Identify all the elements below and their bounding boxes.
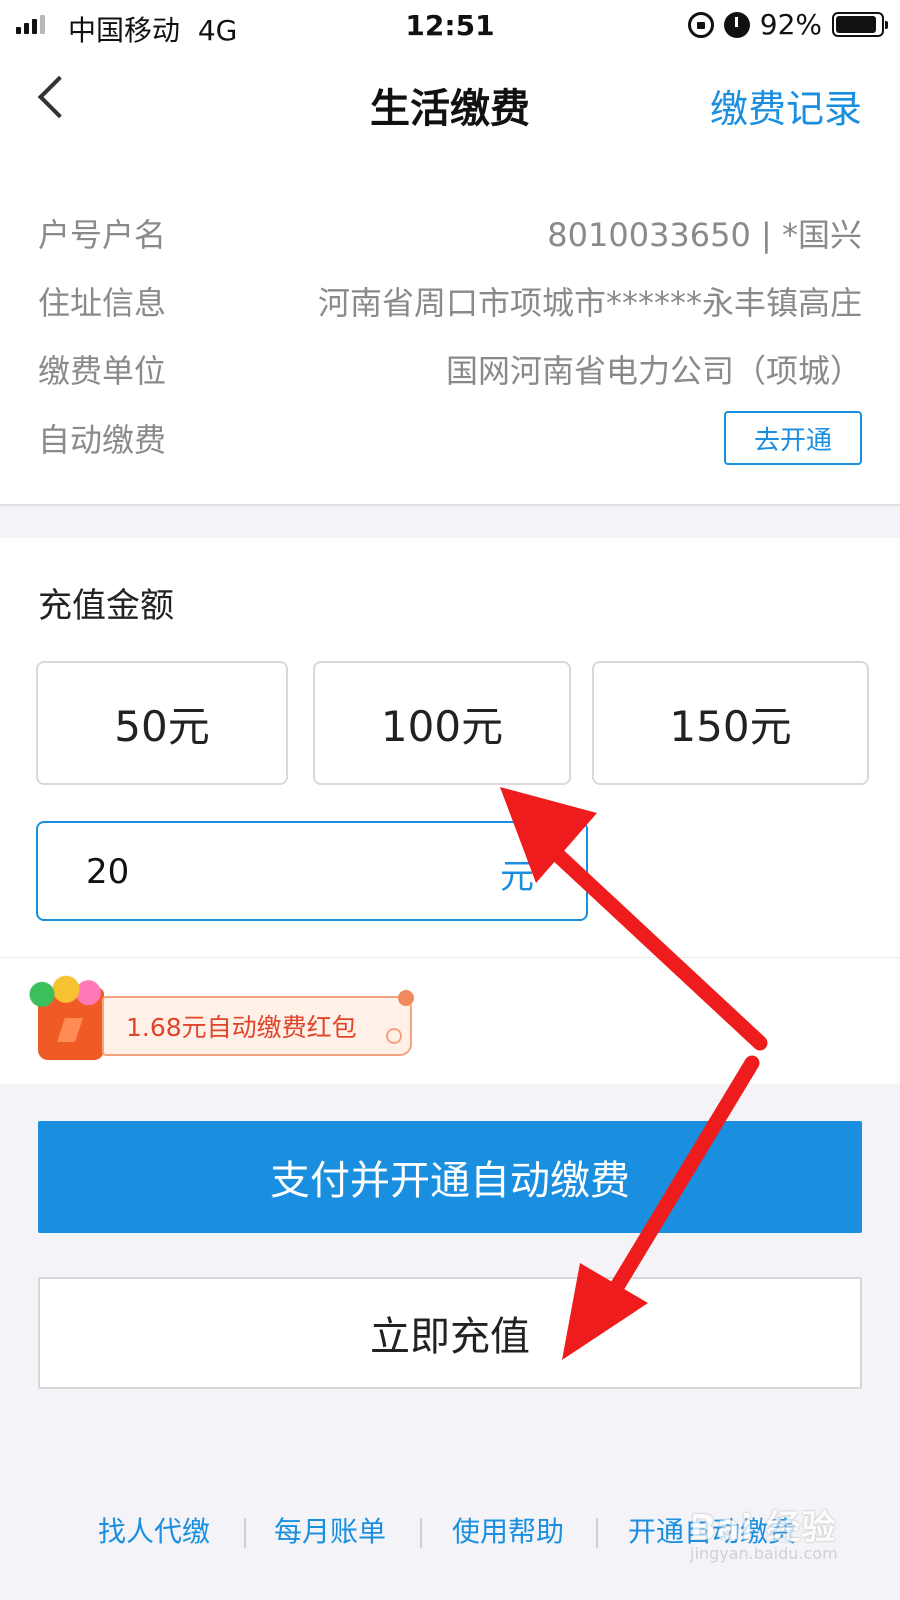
amount-option-100[interactable]: 100元 [313, 661, 571, 785]
footer-divider [244, 1518, 246, 1548]
pay-and-enable-auto-pay-button[interactable]: 支付并开通自动缴费 [38, 1121, 862, 1233]
baidu-watermark: Bai 经验 jingyan.baidu.com [690, 1500, 860, 1570]
auto-pay-row: 自动缴费 去开通 [38, 411, 862, 465]
watermark-logo: Bai 经验 [690, 1508, 837, 1548]
footer-link-monthly-bill[interactable]: 每月账单 [274, 1510, 386, 1550]
amount-option-150[interactable]: 150元 [592, 661, 869, 785]
custom-amount-input[interactable] [86, 849, 466, 895]
rotation-lock-icon [687, 11, 714, 38]
company-row: 缴费单位 国网河南省电力公司（项城） [38, 344, 862, 394]
auto-pay-label: 自动缴费 [38, 421, 167, 459]
promo-section: 1.68元自动缴费红包 [0, 958, 900, 1084]
red-packet-text: 1.68元自动缴费红包 [126, 1013, 357, 1042]
address-label: 住址信息 [38, 284, 167, 322]
banner-dot-icon [398, 990, 414, 1006]
currency-unit-label: 元 [500, 857, 534, 897]
company-label: 缴费单位 [38, 352, 167, 390]
activate-auto-pay-button[interactable]: 去开通 [724, 411, 862, 465]
account-info-section: 户号户名 8010033650 | *国兴 住址信息 河南省周口市项城市****… [0, 150, 900, 506]
coin-icon [386, 1028, 402, 1044]
recharge-amount-section: 充值金额 50元 100元 150元 元 [0, 538, 900, 958]
alarm-icon [723, 11, 750, 38]
nav-bar: 生活缴费 缴费记录 [0, 50, 900, 150]
payment-record-link[interactable]: 缴费记录 [710, 78, 862, 133]
footer-divider [420, 1518, 422, 1548]
back-icon[interactable] [32, 76, 72, 124]
address-row: 住址信息 河南省周口市项城市******永丰镇高庄 [38, 276, 862, 326]
footer-divider [596, 1518, 598, 1548]
watermark-url: jingyan.baidu.com [690, 1544, 838, 1563]
recharge-now-button[interactable]: 立即充值 [38, 1277, 862, 1389]
amount-option-50[interactable]: 50元 [36, 661, 288, 785]
red-packet-banner[interactable]: 1.68元自动缴费红包 [102, 990, 414, 1056]
battery-percent: 92% [759, 8, 822, 41]
company-value: 国网河南省电力公司（项城） [445, 352, 862, 390]
recharge-amount-title: 充值金额 [38, 586, 174, 626]
status-icons: 92% [687, 8, 888, 41]
status-bar: 中国移动 4G 12:51 92% [0, 0, 900, 50]
footer-link-help[interactable]: 使用帮助 [452, 1510, 564, 1550]
account-label: 户号户名 [38, 216, 167, 254]
battery-icon [832, 12, 888, 37]
address-value: 河南省周口市项城市******永丰镇高庄 [317, 284, 862, 322]
account-row: 户号户名 8010033650 | *国兴 [38, 208, 862, 258]
footer-link-proxy-pay[interactable]: 找人代缴 [98, 1510, 210, 1550]
red-packet-icon [26, 974, 106, 1060]
account-value: 8010033650 | *国兴 [547, 216, 862, 254]
custom-amount-field[interactable]: 元 [36, 821, 588, 921]
